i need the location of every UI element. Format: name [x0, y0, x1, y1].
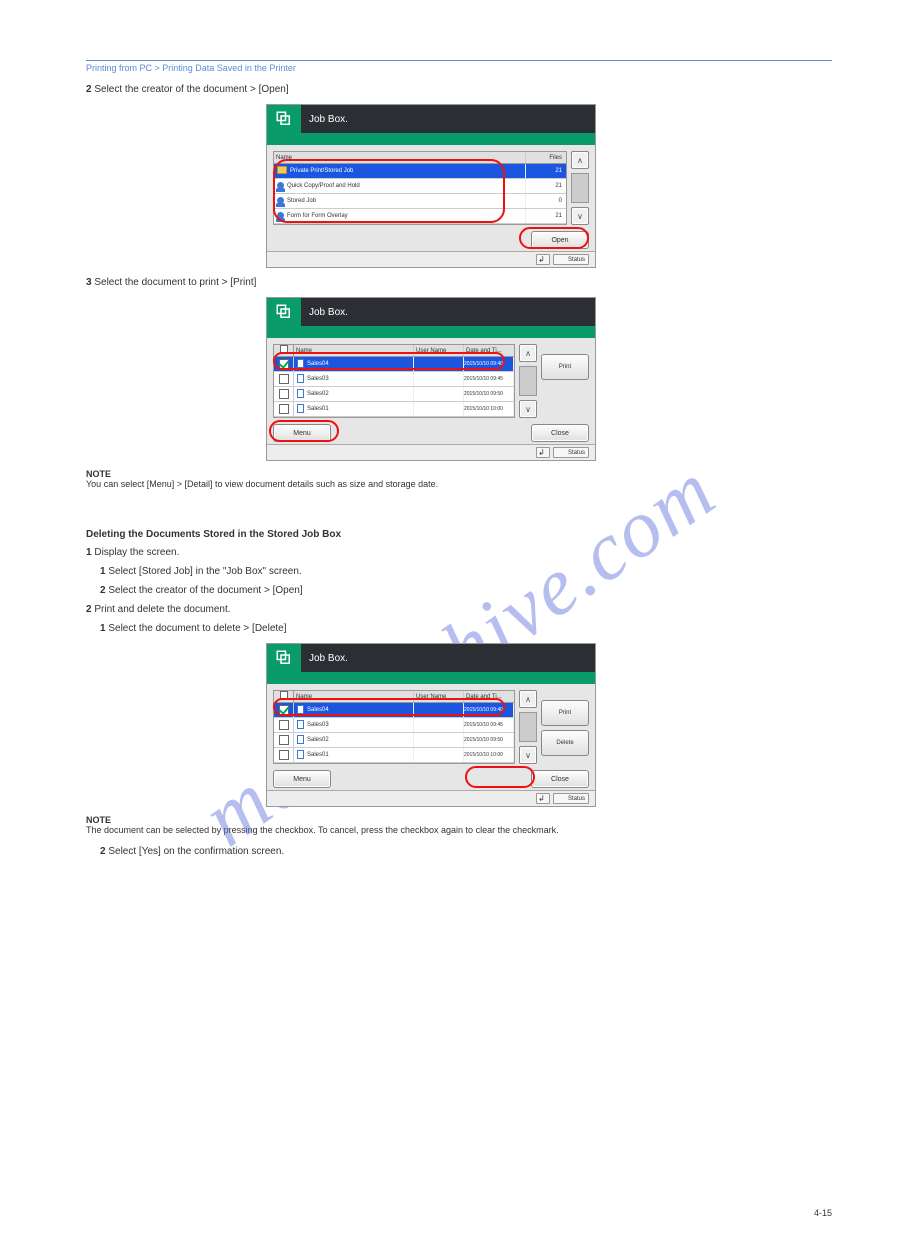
col-user[interactable]: User Name — [414, 691, 464, 702]
status-enter-icon: ↲ — [536, 447, 550, 458]
col-user[interactable]: User Name — [414, 345, 464, 356]
panel-icon — [267, 105, 301, 133]
step-2c: 3 Select the document to print > [Print] — [86, 276, 832, 289]
row-checkbox[interactable] — [279, 404, 289, 414]
panel-title: Job Box. — [301, 644, 595, 672]
jobbox-panel-2: Job Box. Name User Name Date and Ti... S… — [266, 297, 596, 461]
close-button[interactable]: Close — [531, 770, 589, 788]
table-row[interactable]: Sales04 2015/10/10 09:40 — [274, 357, 514, 372]
table-row[interactable]: Sales01 2015/10/10 10:00 — [274, 402, 514, 417]
table-row[interactable]: Sales03 2015/10/10 09:45 — [274, 718, 514, 733]
row-checkbox[interactable] — [279, 374, 289, 384]
page-number: 4-15 — [814, 1208, 832, 1218]
col-name: Name — [274, 152, 526, 163]
table-row[interactable]: Sales01 2015/10/10 10:00 — [274, 748, 514, 763]
open-button[interactable]: Open — [531, 231, 589, 249]
note-3: NOTE The document can be selected by pre… — [86, 815, 832, 835]
user-icon — [277, 197, 284, 204]
table-row[interactable]: Sales02 2015/10/10 09:50 — [274, 733, 514, 748]
step-1b: 2 Select the creator of the document > [… — [100, 584, 832, 597]
delete-confirm-step: 2 Select [Yes] on the confirmation scree… — [100, 845, 832, 858]
doc-icon — [297, 705, 304, 714]
jobbox-panel-1: Job Box. Name Files Private Print/Stored… — [266, 104, 596, 268]
delete-button[interactable]: Delete — [541, 730, 589, 756]
row-checkbox[interactable] — [279, 750, 289, 760]
scroll-down-button[interactable]: ∨ — [519, 746, 537, 764]
row-checkbox[interactable] — [279, 359, 289, 369]
step-2b: 2 Select the creator of the document > [… — [86, 83, 832, 96]
list-item[interactable]: Form for Form Overlay 21 — [274, 209, 566, 224]
header-left: Printing from PC > Printing Data Saved i… — [86, 63, 296, 73]
col-date[interactable]: Date and Ti... — [464, 691, 514, 702]
col-name[interactable]: Name — [294, 691, 414, 702]
panel-title: Job Box. — [301, 298, 595, 326]
panel-title: Job Box. — [301, 105, 595, 133]
section-title: Deleting the Documents Stored in the Sto… — [86, 529, 832, 540]
doc-icon — [297, 404, 304, 413]
row-checkbox[interactable] — [279, 705, 289, 715]
print-button[interactable]: Print — [541, 354, 589, 380]
step-3-heading: 2 Print and delete the document. — [86, 603, 832, 616]
col-check-all[interactable] — [274, 345, 294, 356]
doc-icon — [297, 359, 304, 368]
step-1-heading: 1 Display the screen. — [86, 546, 832, 559]
document-list[interactable]: Name User Name Date and Ti... Sales04 20… — [273, 690, 515, 764]
doc-icon — [297, 389, 304, 398]
scroll-up-button[interactable]: ∧ — [519, 344, 537, 362]
doc-icon — [297, 720, 304, 729]
list-item[interactable]: Quick Copy/Proof and Hold 21 — [274, 179, 566, 194]
page-header: Printing from PC > Printing Data Saved i… — [86, 60, 832, 73]
status-label: Status — [553, 254, 589, 265]
row-checkbox[interactable] — [279, 720, 289, 730]
panel-icon — [267, 298, 301, 326]
user-icon — [277, 212, 284, 219]
status-enter-icon: ↲ — [536, 254, 550, 265]
doc-icon — [297, 374, 304, 383]
scroll-up-button[interactable]: ∧ — [519, 690, 537, 708]
scroll-up-button[interactable]: ∧ — [571, 151, 589, 169]
col-name[interactable]: Name — [294, 345, 414, 356]
jobbox-panel-3: Job Box. Name User Name Date and Ti... S… — [266, 643, 596, 807]
row-checkbox[interactable] — [279, 389, 289, 399]
status-label: Status — [553, 447, 589, 458]
table-row[interactable]: Sales04 2015/10/10 09:40 — [274, 703, 514, 718]
panel-icon — [267, 644, 301, 672]
col-check-all[interactable] — [274, 691, 294, 702]
doc-icon — [297, 750, 304, 759]
note-1: NOTE You can select [Menu] > [Detail] to… — [86, 469, 832, 489]
document-list[interactable]: Name User Name Date and Ti... Sales04 20… — [273, 344, 515, 418]
list-item[interactable]: Stored Job 0 — [274, 194, 566, 209]
step-3a: 1 Select the document to delete > [Delet… — [100, 622, 832, 635]
scroll-down-button[interactable]: ∨ — [519, 400, 537, 418]
status-enter-icon: ↲ — [536, 793, 550, 804]
doc-icon — [297, 735, 304, 744]
table-row[interactable]: Sales02 2015/10/10 09:50 — [274, 387, 514, 402]
menu-button[interactable]: Menu — [273, 424, 331, 442]
scroll-down-button[interactable]: ∨ — [571, 207, 589, 225]
jobbox-list[interactable]: Name Files Private Print/Stored Job 21 Q… — [273, 151, 567, 225]
status-label: Status — [553, 793, 589, 804]
close-button[interactable]: Close — [531, 424, 589, 442]
col-files: Files — [526, 152, 566, 163]
user-icon — [277, 182, 284, 189]
list-item[interactable]: Private Print/Stored Job 21 — [274, 164, 566, 179]
row-checkbox[interactable] — [279, 735, 289, 745]
menu-button[interactable]: Menu — [273, 770, 331, 788]
table-row[interactable]: Sales03 2015/10/10 09:45 — [274, 372, 514, 387]
print-button[interactable]: Print — [541, 700, 589, 726]
step-1a: 1 Select [Stored Job] in the "Job Box" s… — [100, 565, 832, 578]
folder-icon — [277, 166, 287, 174]
col-date[interactable]: Date and Ti... — [464, 345, 514, 356]
